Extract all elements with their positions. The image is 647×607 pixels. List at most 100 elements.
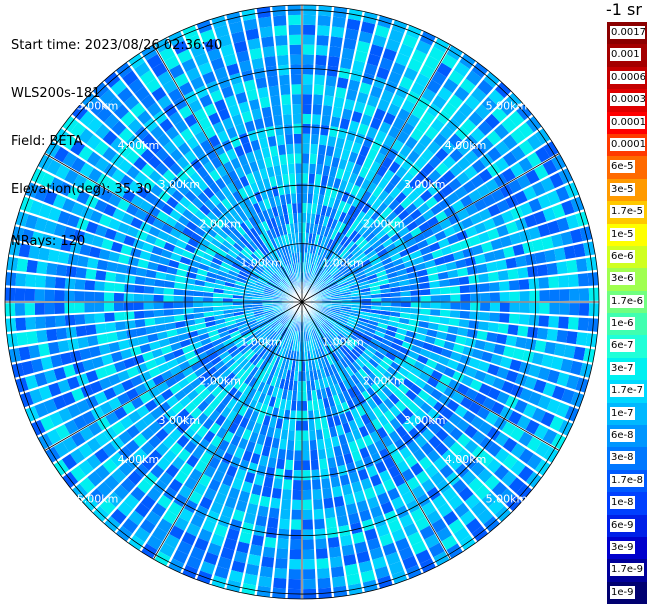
range-gate-cell (549, 289, 560, 302)
range-gate-cell (95, 323, 107, 334)
range-gate-cell (303, 24, 316, 36)
range-gate-cell (24, 303, 36, 316)
range-gate-cell (333, 96, 345, 109)
range-gate-cell (276, 458, 285, 470)
color-scale-label: 0.001 (610, 48, 641, 62)
range-gate-cell (257, 87, 269, 99)
color-scale-label: 6e-7 (610, 339, 635, 353)
range-gate-cell (275, 35, 288, 46)
range-gate-cell (289, 34, 301, 45)
range-gate-cell (55, 264, 68, 277)
range-gate-cell (578, 288, 590, 301)
range-gate-cell (314, 528, 326, 540)
range-gate-cell (332, 575, 346, 588)
range-gate-cell (302, 54, 314, 65)
range-gate-cell (544, 341, 557, 355)
range-gate-cell (113, 292, 125, 302)
range-gate-cell (290, 64, 302, 75)
range-gate-cell (429, 315, 440, 324)
range-gate-cell (280, 84, 291, 96)
color-scale-label: 1e-7 (610, 406, 635, 420)
range-gate-cell (323, 497, 334, 509)
range-gate-cell (296, 193, 302, 204)
range-gate-cell (309, 439, 317, 451)
range-gate-cell (439, 309, 451, 317)
range-gate-cell (44, 289, 55, 302)
range-gate-cell (298, 222, 302, 233)
range-gate-cell (332, 106, 343, 118)
range-gate-cell (293, 123, 302, 134)
range-gate-cell (308, 183, 314, 194)
color-scale-bin: 1e-7 (607, 402, 647, 426)
range-gate-cell (94, 291, 105, 302)
range-gate-cell (288, 430, 295, 441)
range-gate-cell (16, 332, 29, 346)
color-scale-bin: 0.0017 (607, 22, 647, 45)
range-gate-cell (324, 507, 336, 519)
range-gate-cell (153, 294, 164, 302)
range-gate-cell (321, 115, 331, 126)
range-gate-cell (325, 75, 337, 87)
range-gate-cell (341, 483, 353, 496)
range-gate-cell (312, 489, 322, 500)
range-gate-cell (313, 84, 324, 96)
range-gate-cell (343, 553, 357, 566)
range-gate-cell (288, 14, 301, 26)
range-gate-cell (309, 430, 316, 441)
range-gate-cell (567, 317, 579, 330)
range-gate-cell (450, 302, 461, 310)
range-gate-cell (312, 479, 321, 490)
range-gate-cell (270, 95, 281, 107)
range-gate-cell (459, 310, 471, 319)
range-gate-cell (108, 341, 121, 353)
range-gate-cell (328, 466, 339, 478)
range-gate-cell (302, 430, 309, 441)
range-gate-cell (14, 303, 26, 316)
range-gate-cell (312, 104, 322, 115)
scan-info: Start time: 2023/08/26 02:36:40 WLS200s-… (11, 6, 222, 266)
range-gate-cell (420, 295, 431, 302)
range-gate-cell (518, 314, 530, 325)
range-gate-cell (549, 302, 560, 315)
color-scale-label: 6e-8 (610, 429, 635, 443)
range-gate-cell (315, 548, 328, 559)
color-scale-label: 3e-8 (610, 451, 635, 465)
range-gate-cell (203, 297, 214, 302)
range-gate-cell (302, 460, 311, 471)
range-gate-cell (328, 46, 342, 58)
range-ring-label: 3.00km (404, 414, 446, 427)
range-gate-cell (315, 164, 324, 175)
range-gate-cell (267, 457, 277, 469)
range-gate-cell (536, 264, 549, 277)
range-gate-cell (113, 302, 125, 312)
range-gate-cell (290, 74, 302, 85)
range-gate-cell (314, 64, 326, 76)
range-gate-cell (57, 340, 70, 353)
range-gate-cell (315, 54, 327, 66)
color-scale-label: 0.0003 (610, 93, 645, 107)
range-gate-cell (303, 578, 316, 590)
range-gate-cell (291, 400, 297, 411)
range-gate-cell (289, 173, 296, 184)
range-ring-label: 3.00km (159, 414, 201, 427)
range-gate-cell (193, 302, 204, 308)
range-gate-cell (559, 303, 570, 315)
range-gate-cell (104, 302, 115, 312)
range-gate-cell (302, 381, 307, 392)
range-gate-cell (291, 84, 302, 95)
range-gate-cell (264, 536, 277, 549)
range-gate-cell (143, 310, 155, 318)
range-gate-cell (507, 324, 519, 336)
range-gate-cell (279, 518, 290, 530)
range-gate-cell (263, 116, 274, 128)
range-gate-cell (420, 289, 431, 296)
range-gate-cell (164, 280, 175, 289)
range-gate-cell (527, 326, 539, 339)
range-gate-cell (410, 308, 421, 314)
range-gate-cell (85, 268, 97, 280)
range-gate-cell (310, 449, 318, 461)
range-gate-cell (173, 308, 184, 315)
range-gate-cell (341, 47, 355, 60)
range-gate-cell (274, 468, 284, 480)
range-gate-cell (98, 343, 111, 356)
